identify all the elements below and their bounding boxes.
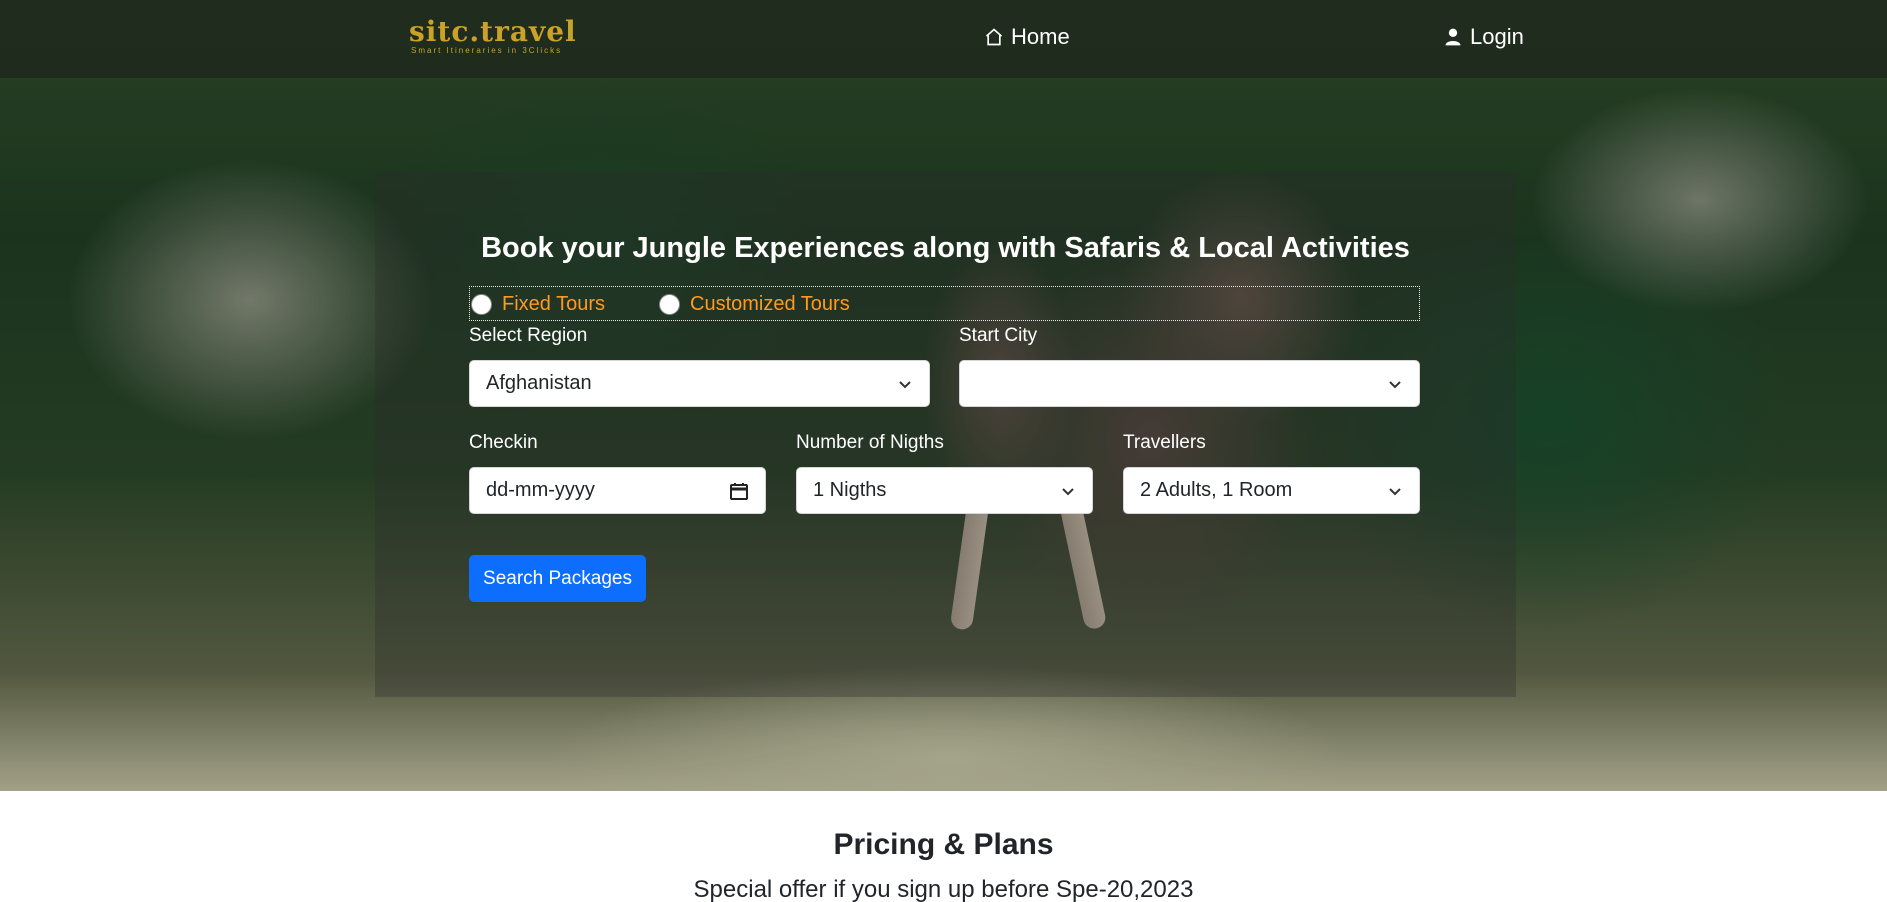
search-panel: Book your Jungle Experiences along with … (375, 172, 1516, 697)
chevron-down-icon (1062, 487, 1074, 495)
nav-login-link[interactable]: Login (1443, 24, 1524, 50)
nav-home-label: Home (1011, 24, 1070, 49)
chevron-down-icon (1389, 487, 1401, 495)
tour-type-group: Fixed Tours Customized Tours (469, 286, 1420, 321)
radio-fixed-tours[interactable]: Fixed Tours (471, 293, 605, 316)
pricing-subtitle: Special offer if you sign up before Spe-… (693, 876, 1194, 902)
search-packages-button[interactable]: Search Packages (469, 555, 646, 602)
home-icon (985, 28, 1003, 46)
brand-logo[interactable]: sitc.travel Smart Itineraries in 3Clicks (409, 16, 614, 56)
radio-label-fixed: Fixed Tours (502, 293, 606, 315)
radio-customized-tours[interactable]: Customized Tours (659, 293, 850, 316)
checkin-label: Checkin (469, 432, 538, 453)
top-navbar: sitc.travel Smart Itineraries in 3Clicks… (0, 0, 1887, 78)
calendar-icon[interactable] (729, 481, 749, 501)
travellers-select[interactable]: 2 Adults, 1 Room (1123, 467, 1420, 514)
logo-text: sitc.travel (409, 15, 577, 48)
travellers-label: Travellers (1123, 432, 1206, 453)
radio-circle[interactable] (659, 294, 680, 315)
radio-circle[interactable] (471, 294, 492, 315)
region-select[interactable]: Afghanistan (469, 360, 930, 407)
region-value: Afghanistan (486, 372, 592, 394)
travellers-value: 2 Adults, 1 Room (1140, 479, 1293, 501)
nav-home-link[interactable]: Home (984, 24, 1070, 50)
radio-label-customized: Customized Tours (690, 293, 850, 315)
user-icon (1445, 28, 1461, 46)
pricing-title: Pricing & Plans (833, 828, 1054, 861)
nav-login-label: Login (1470, 24, 1524, 49)
region-label: Select Region (469, 325, 588, 346)
chevron-down-icon (899, 380, 911, 388)
logo-tagline: Smart Itineraries in 3Clicks (411, 46, 563, 55)
search-title: Book your Jungle Experiences along with … (481, 232, 1410, 264)
start-city-label: Start City (959, 325, 1038, 346)
start-city-select[interactable] (959, 360, 1420, 407)
chevron-down-icon (1389, 380, 1401, 388)
nights-select[interactable]: 1 Nigths (796, 467, 1093, 514)
nights-value: 1 Nigths (813, 479, 887, 501)
checkin-date-input[interactable]: dd-mm-yyyy (469, 467, 766, 514)
nights-label: Number of Nigths (796, 432, 944, 453)
checkin-placeholder: dd-mm-yyyy (486, 479, 595, 501)
